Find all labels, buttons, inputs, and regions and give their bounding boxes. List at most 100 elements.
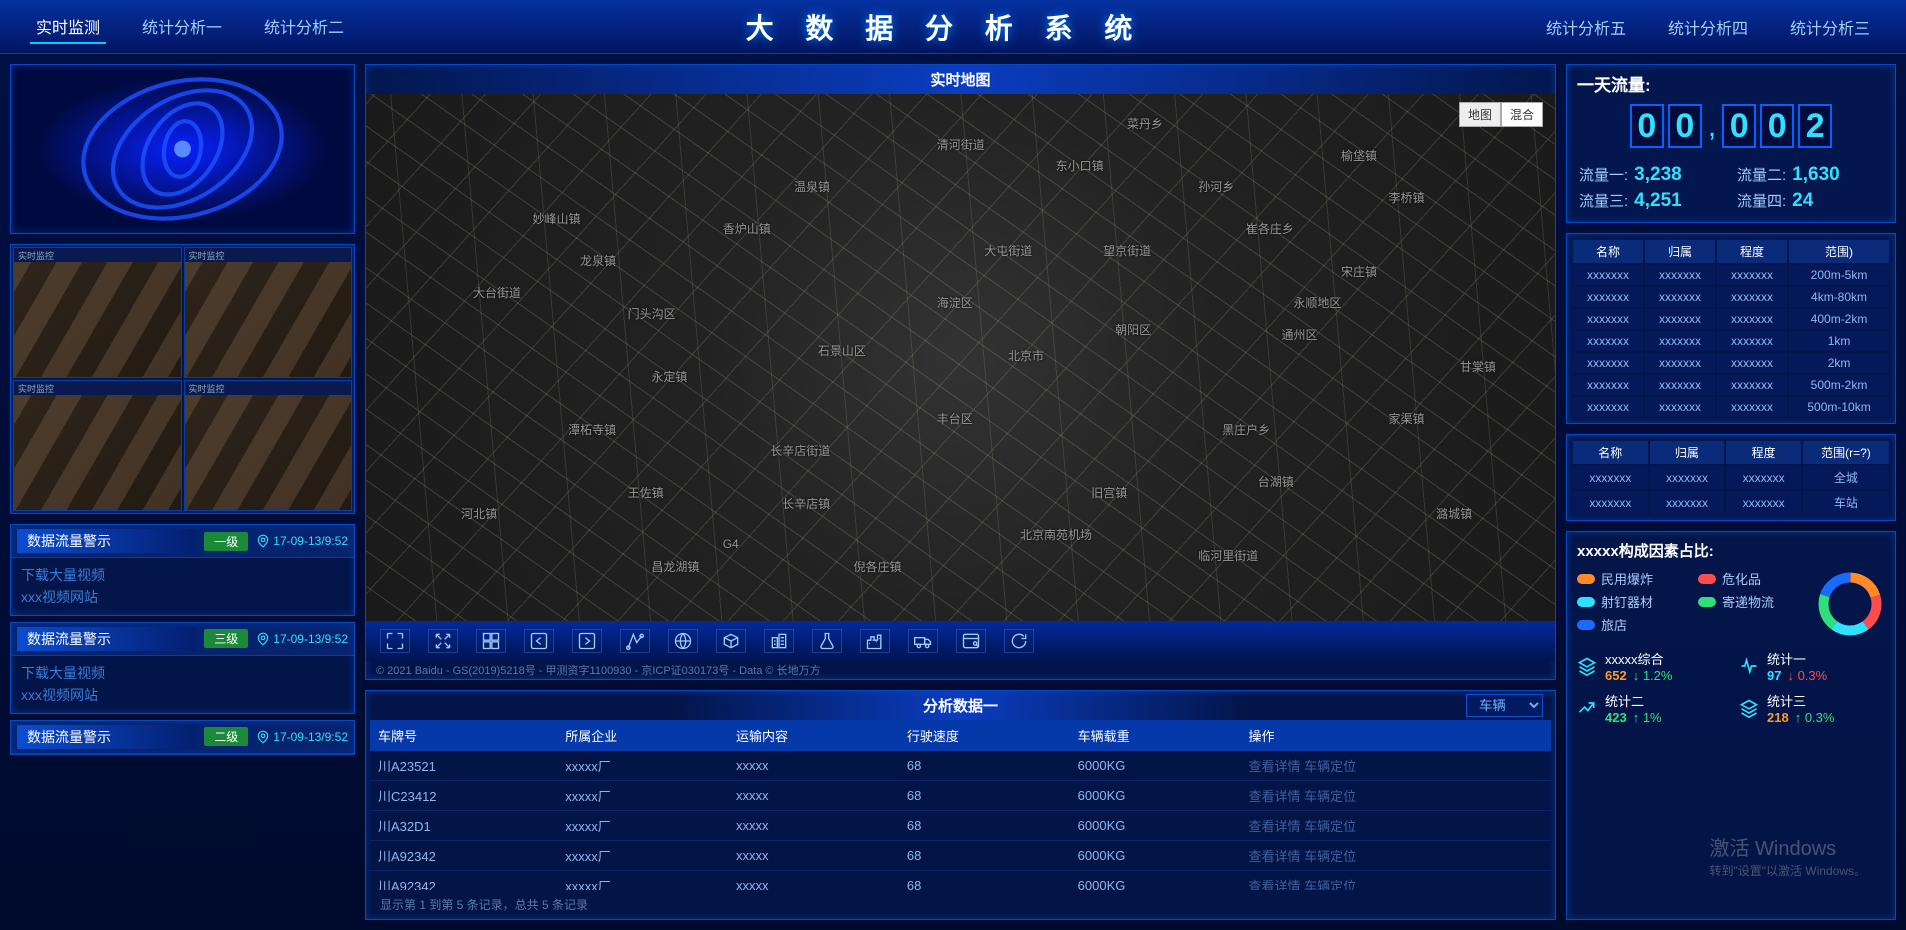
map-place-label: 永定镇 [651,368,687,385]
camera-feed[interactable]: 实时监控 [13,247,182,378]
globe-icon[interactable] [668,629,698,653]
mask-area-icon[interactable] [716,629,746,653]
row-actions[interactable]: 查看详情 车辆定位 [1240,811,1551,841]
map-place-label: 宋庄镇 [1341,263,1377,280]
nav-item-stats4[interactable]: 统计分析四 [1662,11,1754,43]
table-row[interactable]: 川A32D1xxxxx厂xxxxx686000KG查看详情 车辆定位 [370,811,1551,841]
stat-card: 统计二 423 ↑ 1% [1577,691,1723,725]
flow-stat: 流量三:4,251 [1579,190,1725,212]
mini-row: xxxxxxxxxxxxxxxxxxxxx2km [1573,353,1889,373]
stat-card: 统计一 97 ↓ 0.3% [1739,649,1885,683]
camera-title: 实时监控 [14,381,181,395]
row-actions[interactable]: 查看详情 车辆定位 [1240,781,1551,811]
table-row[interactable]: 川A23521xxxxx厂xxxxx686000KG查看详情 车辆定位 [370,751,1551,781]
table-header: 车牌号 [370,720,557,751]
mini-row: xxxxxxxxxxxxxxxxxxxxx400m-2km [1573,309,1889,329]
mini-row: xxxxxxxxxxxxxxxxxxxxx1km [1573,331,1889,351]
alert-list: 数据流量警示 一级 17-09-13/9:52 下载大量视频xxx视频网站 数据… [10,524,355,920]
legend-swatch [1698,597,1716,607]
camera-title: 实时监控 [185,381,352,395]
map-mode-map-button[interactable]: 地图 [1459,102,1501,127]
map-place-label: 李桥镇 [1389,189,1425,206]
legend-item: 危化品 [1698,569,1805,588]
rewind-icon[interactable] [524,629,554,653]
location-icon [256,534,270,548]
camera-feed[interactable]: 实时监控 [184,380,353,511]
legend-item: 旅店 [1577,615,1684,634]
alert-body: 下载大量视频xxx视频网站 [11,558,354,615]
alert-item[interactable]: 数据流量警示 二级 17-09-13/9:52 [10,720,355,755]
nav-right: 统计分析五 统计分析四 统计分析三 [1540,11,1876,43]
daily-flow-title: 一天流量: [1567,65,1895,100]
nav-item-stats3[interactable]: 统计分析三 [1784,11,1876,43]
alert-item[interactable]: 数据流量警示 三级 17-09-13/9:52 下载大量视频xxx视频网站 [10,622,355,714]
layers-icon [1577,656,1597,676]
cityscape-icon[interactable] [860,629,890,653]
truck-icon[interactable] [908,629,938,653]
mini-th: 程度 [1717,240,1787,263]
alert-time: 17-09-13/9:52 [256,730,348,744]
map-place-label: 崔各庄乡 [1246,220,1294,237]
grid-2x2-icon[interactable] [476,629,506,653]
map-place-label: G4 [723,537,739,551]
analysis-type-select[interactable]: 车辆 [1466,694,1543,717]
pulse-icon [1739,656,1759,676]
spiral-visual [10,64,355,234]
map-place-label: 河北镇 [461,505,497,522]
nav-item-stats2[interactable]: 统计分析二 [258,10,350,44]
odometer-digit: 0 [1630,104,1664,148]
browser-icon[interactable] [956,629,986,653]
legend-item: 寄递物流 [1698,592,1805,611]
nav-item-stats1[interactable]: 统计分析一 [136,10,228,44]
flask-icon[interactable] [812,629,842,653]
table-header: 行驶速度 [899,720,1070,751]
buildings-icon[interactable] [764,629,794,653]
app-title: 大 数 据 分 析 系 统 [350,7,1540,47]
legend-swatch [1577,597,1595,607]
row-actions[interactable]: 查看详情 车辆定位 [1240,751,1551,781]
nav-item-stats5[interactable]: 统计分析五 [1540,11,1632,43]
forward-icon[interactable] [572,629,602,653]
mini-th: 名称 [1573,441,1648,464]
fullscreen-corners-icon[interactable] [380,629,410,653]
daily-flow-panel: 一天流量: 00,002 流量一:3,238流量二:1,630流量三:4,251… [1566,64,1896,223]
legend-swatch [1577,620,1595,630]
legend-item: 民用爆炸 [1577,569,1684,588]
map-place-label: 北京市 [1008,347,1044,364]
map-toolbar [366,621,1555,661]
mini-th: 范围(r=?) [1803,441,1889,464]
map-place-label: 长辛店街道 [770,442,830,459]
table-row[interactable]: 川C23412xxxxx厂xxxxx686000KG查看详情 车辆定位 [370,781,1551,811]
map-canvas[interactable]: 王佐镇海淀区朝阳区北京市丰台区大台街道门头沟区通州区东小口镇温泉镇永定镇石景山区… [366,94,1555,621]
flow-stat: 流量四:24 [1737,190,1883,212]
alert-level: 二级 [204,727,248,746]
row-actions[interactable]: 查看详情 车辆定位 [1240,871,1551,891]
map-mode-hybrid-button[interactable]: 混合 [1501,102,1543,127]
alert-badge: 数据流量警示 [17,529,196,553]
header-bar: 实时监测 统计分析一 统计分析二 大 数 据 分 析 系 统 统计分析五 统计分… [0,0,1906,54]
map-place-label: 榆垡镇 [1341,147,1377,164]
map-route-icon[interactable] [620,629,650,653]
trend-icon [1577,698,1597,718]
camera-feed[interactable]: 实时监控 [13,380,182,511]
map-place-label: 北京南苑机场 [1020,526,1092,543]
row-actions[interactable]: 查看详情 车辆定位 [1240,841,1551,871]
map-place-label: 临河里街道 [1198,547,1258,564]
mini-th: 范围) [1789,240,1889,263]
map-place-label: 昌龙湖镇 [651,558,699,575]
map-place-label: 潞城镇 [1436,505,1472,522]
table-row[interactable]: 川A92342xxxxx厂xxxxx686000KG查看详情 车辆定位 [370,871,1551,891]
expand-icon[interactable] [428,629,458,653]
camera-grid: 实时监控 实时监控 实时监控 实时监控 [10,244,355,514]
map-place-label: 孙河乡 [1198,178,1234,195]
nav-item-monitor[interactable]: 实时监测 [30,10,106,44]
table-header: 所属企业 [557,720,728,751]
alert-item[interactable]: 数据流量警示 一级 17-09-13/9:52 下载大量视频xxx视频网站 [10,524,355,616]
refresh-icon[interactable] [1004,629,1034,653]
mini-row: xxxxxxxxxxxxxxxxxxxxx全城 [1573,466,1889,489]
table-row[interactable]: 川A92342xxxxx厂xxxxx686000KG查看详情 车辆定位 [370,841,1551,871]
camera-feed[interactable]: 实时监控 [184,247,353,378]
map-place-label: 妙峰山镇 [532,210,580,227]
map-place-label: 黑庄户乡 [1222,421,1270,438]
ratio-donut-chart [1815,569,1885,639]
